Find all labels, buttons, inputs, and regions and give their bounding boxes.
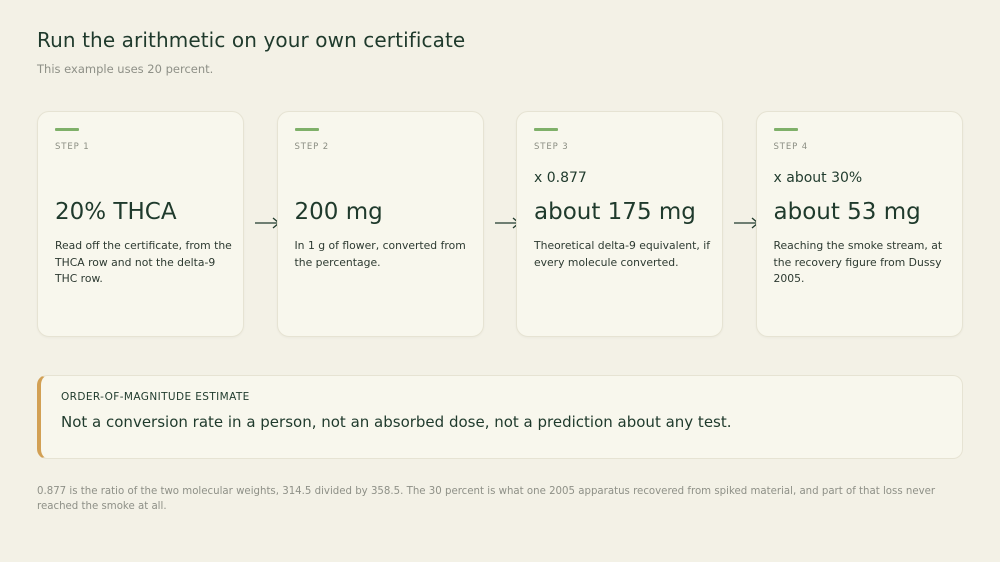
page-title: Run the arithmetic on your own certifica… [37,28,466,52]
step-description: In 1 g of flower, converted from the per… [294,239,466,269]
step-label: STEP 4 [773,142,809,152]
footnote: 0.877 is the ratio of the two molecular … [37,486,936,512]
step-value: 20% THCA [55,199,177,225]
step-multiplier: x about 30% [773,170,863,186]
step-card-1: STEP 1 20% THCA Read off the certificate… [37,111,244,337]
step-description: Reaching the smoke stream, at the recove… [773,239,943,285]
step-value: about 175 mg [534,199,696,225]
step-value: about 53 mg [773,199,921,225]
step-description: Theoretical delta-9 equivalent, if every… [534,239,711,269]
estimate-callout: ORDER-OF-MAGNITUDE ESTIMATE Not a conver… [37,375,963,459]
step-multiplier: x 0.877 [534,170,587,186]
steps-row: STEP 1 20% THCA Read off the certificate… [37,111,963,339]
step-description: Read off the certificate, from the THCA … [55,239,232,285]
card-accent-bar [55,128,79,131]
step-label: STEP 3 [534,142,569,152]
step-card-2: STEP 2 200 mg In 1 g of flower, converte… [276,111,484,337]
step-label: STEP 1 [55,142,90,152]
card-accent-bar [534,128,558,131]
callout-text: Not a conversion rate in a person, not a… [61,413,732,431]
step-card-3: STEP 3 x 0.877 about 175 mg Theoretical … [516,111,723,337]
page-subtitle: This example uses 20 percent. [37,62,214,76]
card-accent-bar [294,128,319,131]
step-label: STEP 2 [294,142,330,152]
card-accent-bar [773,128,798,131]
callout-label: ORDER-OF-MAGNITUDE ESTIMATE [61,391,250,403]
step-card-4: STEP 4 x about 30% about 53 mg Reaching … [755,111,963,337]
step-value: 200 mg [294,199,383,225]
